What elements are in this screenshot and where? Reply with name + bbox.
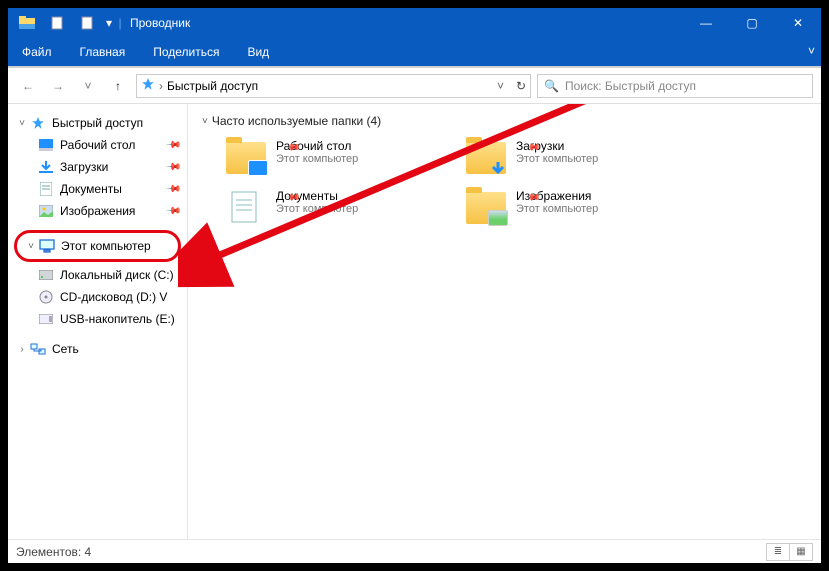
sidebar-quick-access-label: Быстрый доступ	[52, 116, 143, 130]
ribbon-tabs: Файл Главная Поделиться Вид ˅	[8, 38, 821, 66]
chevron-down-icon[interactable]: ˅	[16, 118, 28, 129]
desktop-overlay-icon	[248, 160, 268, 176]
breadcrumb-sep-icon[interactable]: ›	[159, 79, 163, 93]
qat-doc-icon[interactable]	[42, 8, 72, 38]
sidebar-item-label: USB-накопитель (E:)	[60, 312, 175, 326]
sidebar-item-label: Изображения	[60, 204, 135, 218]
sidebar-item-cd-drive[interactable]: CD-дисковод (D:) V	[8, 286, 187, 308]
folder-icon	[464, 138, 508, 178]
pictures-overlay-icon	[488, 210, 508, 226]
nav-forward-button[interactable]: →	[46, 74, 70, 98]
chevron-down-icon[interactable]: ˅	[25, 241, 37, 252]
view-details-button[interactable]: ≣	[766, 543, 790, 561]
qat-dropdown-icon[interactable]: ▾	[102, 8, 116, 38]
ribbon-tab-share[interactable]: Поделиться	[139, 38, 233, 66]
folder-icon	[224, 138, 268, 178]
content-pane[interactable]: ˅ Часто используемые папки (4) Рабочий с…	[188, 104, 821, 539]
close-button[interactable]: ✕	[775, 8, 821, 38]
address-bar[interactable]: › Быстрый доступ ˅ ↻	[136, 74, 531, 98]
refresh-icon[interactable]: ↻	[516, 79, 526, 93]
sidebar-item-label: Документы	[60, 182, 122, 196]
folder-sub: Этот компьютер	[276, 203, 358, 215]
pictures-icon	[38, 203, 54, 219]
window-controls: — ▢ ✕	[683, 8, 821, 38]
sidebar-quick-access[interactable]: ˅ Быстрый доступ	[8, 112, 187, 134]
star-icon	[30, 115, 46, 131]
sidebar-network-label: Сеть	[52, 342, 79, 356]
status-bar: Элементов: 4 ≣ ▦	[8, 539, 821, 563]
maximize-button[interactable]: ▢	[729, 8, 775, 38]
sidebar-this-pc-label: Этот компьютер	[61, 239, 151, 253]
sidebar-item-label: Загрузки	[60, 160, 108, 174]
ribbon-file-tab[interactable]: Файл	[8, 38, 66, 66]
documents-icon	[38, 181, 54, 197]
folder-sub: Этот компьютер	[276, 153, 358, 165]
folder-sub: Этот компьютер	[516, 153, 598, 165]
search-box[interactable]: 🔍 Поиск: Быстрый доступ	[537, 74, 813, 98]
sidebar-item-label: Рабочий стол	[60, 138, 135, 152]
search-icon: 🔍	[544, 79, 559, 93]
sidebar-item-documents[interactable]: Документы 📌	[8, 178, 187, 200]
section-title: Часто используемые папки (4)	[212, 114, 381, 128]
sidebar-item-downloads[interactable]: Загрузки 📌	[8, 156, 187, 178]
explorer-body: ˅ Быстрый доступ Рабочий стол 📌 Загрузки…	[8, 104, 821, 539]
ribbon-expand-icon[interactable]: ˅	[808, 44, 815, 58]
breadcrumb-location[interactable]: Быстрый доступ	[167, 79, 258, 93]
ribbon-tab-home[interactable]: Главная	[66, 38, 140, 66]
usb-icon	[38, 311, 54, 327]
titlebar[interactable]: ▾ | Проводник — ▢ ✕	[8, 8, 821, 38]
explorer-app-icon	[12, 8, 42, 38]
nav-up-button[interactable]: ↑	[106, 74, 130, 98]
address-dropdown-icon[interactable]: ˅	[497, 79, 504, 93]
folder-grid: Рабочий стол Этот компьютер 📌 Загрузки Э…	[196, 138, 813, 228]
view-switcher: ≣ ▦	[767, 543, 813, 561]
minimize-button[interactable]: —	[683, 8, 729, 38]
search-placeholder: Поиск: Быстрый доступ	[565, 79, 696, 93]
qat-sep: |	[116, 8, 124, 38]
pin-icon: 📌	[164, 203, 181, 220]
sidebar-item-label: CD-дисковод (D:) V	[60, 290, 167, 304]
downloads-overlay-icon	[488, 160, 508, 176]
cd-icon	[38, 289, 54, 305]
folder-tile-downloads[interactable]: Загрузки Этот компьютер 📌	[464, 138, 684, 178]
pin-icon: 📌	[164, 137, 181, 154]
pin-icon: 📌	[164, 181, 181, 198]
folder-tile-desktop[interactable]: Рабочий стол Этот компьютер 📌	[224, 138, 444, 178]
sidebar-item-usb-drive[interactable]: USB-накопитель (E:)	[8, 308, 187, 330]
address-row: ← → ˅ ↑ › Быстрый доступ ˅ ↻ 🔍 Поиск: Бы…	[8, 68, 821, 104]
sidebar-item-label: Локальный диск (C:)	[60, 268, 174, 282]
sidebar-this-pc[interactable]: ˅ Этот компьютер	[17, 235, 178, 257]
navigation-pane[interactable]: ˅ Быстрый доступ Рабочий стол 📌 Загрузки…	[8, 104, 188, 539]
folder-sub: Этот компьютер	[516, 203, 598, 215]
chevron-right-icon[interactable]: ›	[16, 344, 28, 355]
pin-icon: 📌	[164, 159, 181, 176]
nav-back-button[interactable]: ←	[16, 74, 40, 98]
ribbon-tab-view[interactable]: Вид	[233, 38, 283, 66]
sidebar-item-local-disk[interactable]: Локальный диск (C:)	[8, 264, 187, 286]
desktop-icon	[38, 137, 54, 153]
view-icons-button[interactable]: ▦	[789, 543, 813, 561]
sidebar-network[interactable]: › Сеть	[8, 338, 187, 360]
explorer-window: ▾ | Проводник — ▢ ✕ Файл Главная Поделит…	[0, 0, 829, 571]
sidebar-item-desktop[interactable]: Рабочий стол 📌	[8, 134, 187, 156]
sidebar-item-pictures[interactable]: Изображения 📌	[8, 200, 187, 222]
nav-recent-button[interactable]: ˅	[76, 74, 100, 98]
computer-icon	[39, 238, 55, 254]
quick-access-toolbar: ▾ |	[8, 8, 128, 38]
status-text: Элементов: 4	[16, 545, 91, 559]
folder-icon	[224, 188, 268, 228]
qat-doc2-icon[interactable]	[72, 8, 102, 38]
section-header-frequent[interactable]: ˅ Часто используемые папки (4)	[196, 114, 813, 128]
quick-access-star-icon	[141, 77, 155, 94]
annotation-highlight: ˅ Этот компьютер	[14, 230, 181, 262]
folder-icon	[464, 188, 508, 228]
window-title: Проводник	[128, 16, 683, 30]
drive-icon	[38, 267, 54, 283]
downloads-icon	[38, 159, 54, 175]
network-icon	[30, 341, 46, 357]
chevron-down-icon[interactable]: ˅	[202, 116, 208, 127]
